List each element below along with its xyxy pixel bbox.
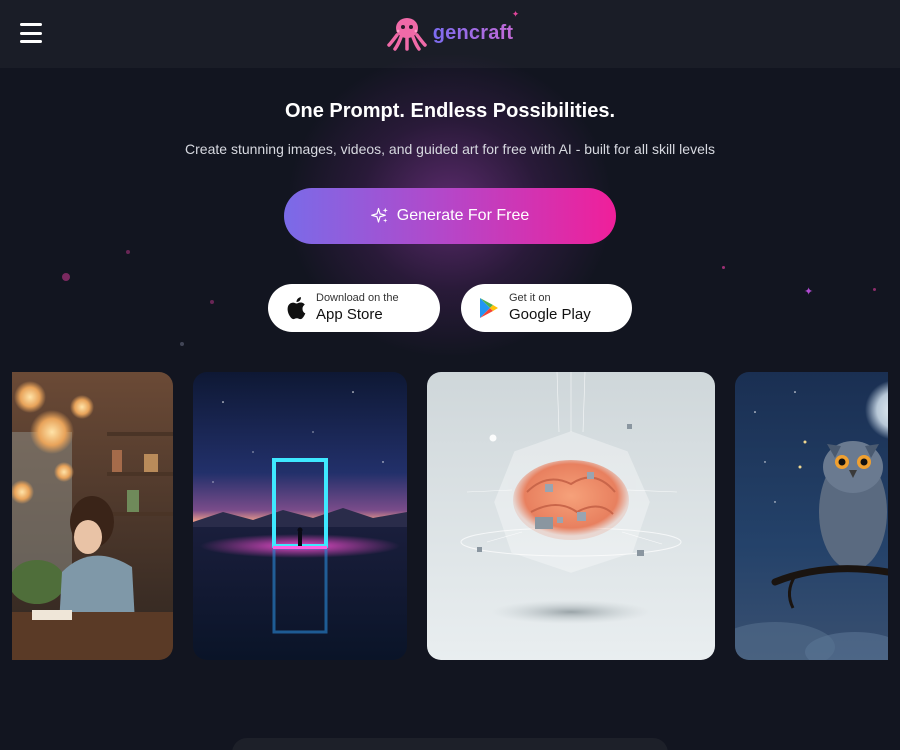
logo-text: gencraft [432, 21, 514, 44]
sparkle-dot [210, 300, 214, 304]
sparkle-dot [180, 342, 184, 346]
sparkle-dot [62, 273, 70, 281]
google-play-button[interactable]: Get it on Google Play [461, 284, 632, 332]
sparkles-icon [370, 207, 388, 223]
generate-for-free-button[interactable]: Generate For Free [284, 188, 616, 244]
sparkle-star-icon: ✦ [804, 286, 814, 298]
neon-portal-lake-image [193, 372, 407, 660]
google-play-icon [480, 298, 498, 318]
hero-subtitle: Create stunning images, videos, and guid… [185, 141, 715, 157]
cafe-girl-lanterns-image [12, 372, 173, 660]
google-play-big-text: Google Play [509, 306, 591, 323]
sparkle-dot [873, 288, 876, 291]
sparkle-dot [722, 266, 725, 269]
bottom-prompt-bar [232, 738, 668, 750]
sparkle-dot [126, 250, 130, 254]
gallery-card-crystal-brain[interactable] [427, 372, 715, 660]
owl-moonlight-image [735, 372, 888, 660]
octopus-logo-icon [386, 18, 427, 51]
app-store-small-text: Download on the [316, 292, 399, 304]
hamburger-menu-icon[interactable] [20, 23, 42, 43]
top-navigation-bar: gencraft ✦ [0, 0, 900, 68]
gencraft-logo[interactable]: gencraft ✦ [386, 9, 519, 51]
logo-sparkle-icon: ✦ [511, 9, 520, 19]
gallery-card-owl[interactable] [735, 372, 888, 660]
gallery-card-cafe-girl[interactable] [12, 372, 173, 660]
crystal-brain-image [427, 372, 715, 660]
hero-title: One Prompt. Endless Possibilities. [284, 100, 616, 122]
image-gallery [0, 372, 900, 660]
cta-label: Generate For Free [396, 207, 530, 224]
apple-icon [287, 297, 306, 320]
app-store-button[interactable]: Download on the App Store [268, 284, 440, 332]
google-play-small-text: Get it on [509, 292, 551, 304]
app-store-big-text: App Store [316, 306, 383, 323]
gallery-card-neon-portal[interactable] [193, 372, 407, 660]
